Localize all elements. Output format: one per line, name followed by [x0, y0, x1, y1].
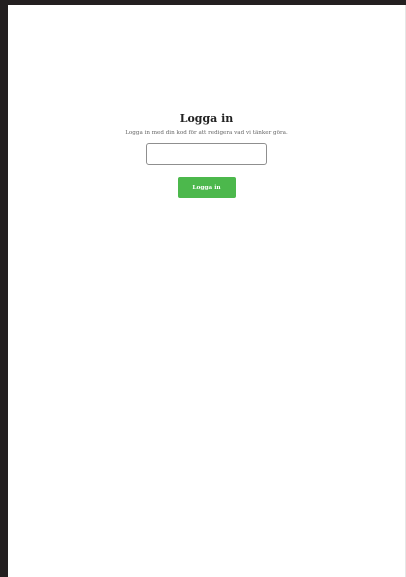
login-subtitle: Logga in med din kod för att redigera va… [125, 130, 288, 136]
code-input[interactable] [146, 143, 267, 165]
app-frame: Logga in Logga in med din kod för att re… [8, 5, 406, 577]
page-title: Logga in [179, 112, 234, 125]
login-panel: Logga in Logga in med din kod för att re… [8, 112, 405, 198]
login-button[interactable]: Logga in [177, 177, 236, 198]
